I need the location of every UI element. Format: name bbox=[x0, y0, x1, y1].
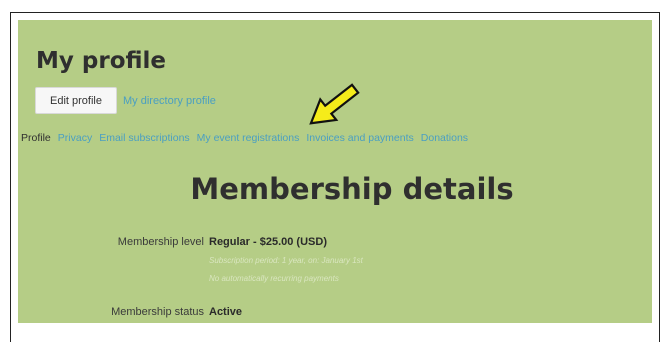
arrow-icon bbox=[309, 83, 360, 125]
recurring-payments-note: No automatically recurring payments bbox=[209, 274, 339, 283]
profile-tabs: Profile Privacy Email subscriptions My e… bbox=[21, 132, 468, 144]
membership-status-label: Membership status bbox=[111, 306, 204, 318]
subscription-period-note: Subscription period: 1 year, on: January… bbox=[209, 256, 363, 265]
edit-profile-button[interactable]: Edit profile bbox=[35, 87, 117, 114]
tab-donations[interactable]: Donations bbox=[421, 132, 468, 144]
membership-status-value: Active bbox=[209, 306, 243, 318]
tab-privacy[interactable]: Privacy bbox=[58, 132, 92, 144]
membership-level-label: Membership level bbox=[117, 236, 204, 248]
page-title: My profile bbox=[36, 48, 167, 74]
membership-level-value: Regular - $25.00 (USD) bbox=[209, 236, 327, 248]
section-title: Membership details bbox=[190, 172, 514, 206]
tab-email-subscriptions[interactable]: Email subscriptions bbox=[99, 132, 189, 144]
tab-invoices-and-payments[interactable]: Invoices and payments bbox=[306, 132, 413, 144]
tab-my-event-registrations[interactable]: My event registrations bbox=[197, 132, 300, 144]
tab-profile[interactable]: Profile bbox=[21, 132, 51, 144]
directory-profile-link[interactable]: My directory profile bbox=[123, 95, 216, 107]
